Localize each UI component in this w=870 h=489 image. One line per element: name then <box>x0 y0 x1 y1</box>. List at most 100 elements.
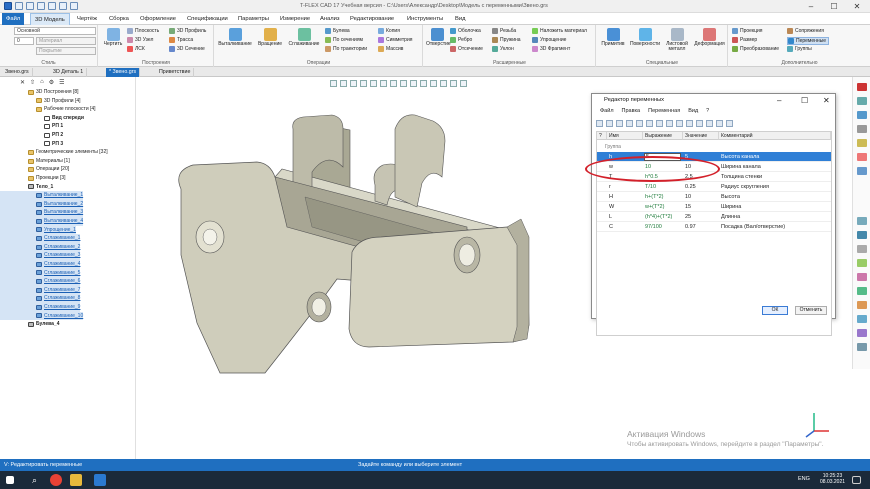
tree-item[interactable]: Вид спереди <box>0 114 84 123</box>
variable-name-cell[interactable]: w <box>607 162 643 172</box>
symmetry-button[interactable]: Симметрия <box>378 37 412 43</box>
magnet-icon[interactable] <box>857 83 867 91</box>
transform-button[interactable]: Преобразование <box>732 46 779 52</box>
profile-button[interactable]: 3D Профиль <box>169 28 206 34</box>
variable-comment-cell[interactable]: Высота <box>719 192 831 202</box>
material-button[interactable]: Наложить материал <box>532 28 587 34</box>
variable-comment-cell[interactable]: Ширина канала <box>719 162 831 172</box>
camera-icon[interactable] <box>857 315 867 323</box>
view-rotate-icon[interactable] <box>340 79 347 87</box>
open-file-icon[interactable] <box>26 2 34 10</box>
view-fit-icon[interactable] <box>370 79 377 87</box>
material-combo[interactable]: Материал <box>36 37 96 45</box>
info-icon[interactable] <box>857 343 867 351</box>
tree-item[interactable]: РП 1 <box>0 122 63 131</box>
deform-button[interactable]: Деформация <box>693 28 726 47</box>
variable-value-cell[interactable]: 10 <box>683 192 719 202</box>
hole-button[interactable]: Отверстие <box>426 28 451 47</box>
rib-button[interactable]: Ребро <box>450 37 472 43</box>
tree-item[interactable]: Выталкивание_3 <box>0 208 84 217</box>
tree-item[interactable]: Выталкивание_2 <box>0 199 84 209</box>
redo-icon[interactable] <box>59 2 67 10</box>
col-header-flag[interactable]: ? <box>597 132 607 140</box>
view-section-icon[interactable] <box>400 79 407 87</box>
rotate-button[interactable]: Вращение <box>255 28 285 47</box>
menu-analysis[interactable]: Анализ <box>316 13 344 25</box>
tree-item[interactable]: Рабочие плоскости [4] <box>0 105 96 114</box>
table-view-icon[interactable] <box>716 120 723 127</box>
fragment-button[interactable]: 3D Фрагмент <box>532 46 570 52</box>
simplify-button[interactable]: Упрощение <box>532 37 566 43</box>
delete-variable-icon[interactable] <box>656 120 663 127</box>
menu-parameters[interactable]: Параметры <box>234 13 273 25</box>
tree-item[interactable]: Выталкивание_1 <box>0 191 84 200</box>
col-header-value[interactable]: Значение <box>683 132 719 140</box>
tree-item[interactable]: Сглаживание_1 <box>0 234 81 243</box>
tree-item[interactable]: 3D Построения [8] <box>0 88 79 97</box>
explorer-icon[interactable] <box>70 474 82 486</box>
view-pan-icon[interactable] <box>350 79 357 87</box>
tree-item[interactable]: РП 2 <box>0 131 63 140</box>
variable-expr-cell[interactable]: T/10 <box>643 182 683 192</box>
notification-icon[interactable] <box>852 476 861 484</box>
cancel-button[interactable]: Отменить <box>795 306 827 315</box>
undo-icon[interactable] <box>48 2 56 10</box>
print-variables-icon[interactable] <box>606 120 613 127</box>
tree-up-icon[interactable]: ⇧ <box>30 79 35 86</box>
recalc-icon[interactable] <box>706 120 713 127</box>
paste-variable-icon[interactable] <box>646 120 653 127</box>
tree-item[interactable]: Тело_1 <box>0 183 53 192</box>
snap-icon[interactable] <box>857 245 867 253</box>
menu-file[interactable]: Файл <box>2 13 25 25</box>
bend-button[interactable]: Уклон <box>492 46 514 52</box>
variable-row[interactable]: Ww+(T*2) 15 Ширина <box>597 202 831 212</box>
group-row[interactable]: Группа <box>597 142 831 152</box>
cut-button[interactable]: Отсечение <box>450 46 483 52</box>
variable-expr-cell[interactable]: h+(T*2) <box>643 192 683 202</box>
variable-name-cell[interactable]: T <box>607 172 643 182</box>
tflex-taskbar-icon[interactable] <box>94 474 106 486</box>
variable-value-cell[interactable]: 0.97 <box>683 222 719 232</box>
clock[interactable]: 10:25:23 08.03.2021 <box>820 473 845 485</box>
variable-name-cell[interactable]: h <box>607 152 643 162</box>
sweep-button[interactable]: По траектории <box>325 46 367 52</box>
dialog-menu-file[interactable]: Файл <box>600 108 614 117</box>
menu-tools[interactable]: Инструменты <box>403 13 447 25</box>
dialog-menu-view[interactable]: Вид <box>688 108 698 117</box>
measure-icon[interactable] <box>857 97 867 105</box>
sheetmetal-button[interactable]: Листовой металл <box>663 28 691 52</box>
variable-row[interactable]: Hh+(T*2) 10 Высота <box>597 192 831 202</box>
lcs-button[interactable]: ЛСК <box>127 46 145 52</box>
variable-value-cell[interactable]: 25 <box>683 212 719 222</box>
dialog-menu-variable[interactable]: Переменная <box>648 108 680 117</box>
windows-start-icon[interactable] <box>6 476 14 484</box>
bool-button[interactable]: Булева <box>325 28 350 34</box>
save-icon[interactable] <box>37 2 45 10</box>
minimize-button[interactable]: – <box>800 0 822 13</box>
tree-item[interactable]: Операции [20] <box>0 165 69 174</box>
variable-value-cell[interactable]: 2.5 <box>683 172 719 182</box>
variable-comment-cell[interactable]: Высота канала <box>719 152 831 162</box>
menu-editing[interactable]: Редактирование <box>346 13 398 25</box>
lock-icon[interactable] <box>857 139 867 147</box>
surfaces-button[interactable]: Поверхности <box>629 28 661 47</box>
variable-comment-cell[interactable]: Длинна <box>719 212 831 222</box>
language-indicator[interactable]: ENG <box>798 476 810 482</box>
settings-icon[interactable] <box>857 329 867 337</box>
variable-expr-cell[interactable]: w+(T*2) <box>643 202 683 212</box>
chrome-icon[interactable] <box>50 474 62 486</box>
dialog-menu-help[interactable]: ? <box>706 108 709 117</box>
variable-value-cell[interactable]: 15 <box>683 202 719 212</box>
cut-variable-icon[interactable] <box>626 120 633 127</box>
group-variables-icon[interactable] <box>686 120 693 127</box>
projection-button[interactable]: Проекция <box>732 28 763 34</box>
undo-variable-icon[interactable] <box>616 120 623 127</box>
coating-combo[interactable]: Покрытие <box>36 47 96 55</box>
doc-tab-1[interactable]: Звено.grs <box>2 68 33 77</box>
view-camera-icon[interactable] <box>430 79 437 87</box>
print-icon[interactable] <box>70 2 78 10</box>
variable-row[interactable]: L (h*4)+(T*2) 25 Длинна <box>597 212 831 222</box>
doc-tab-welcome[interactable]: Приветствие <box>156 68 195 77</box>
col-header-name[interactable]: Имя <box>607 132 643 140</box>
tree-item[interactable]: Сглаживание_10 <box>0 311 84 321</box>
